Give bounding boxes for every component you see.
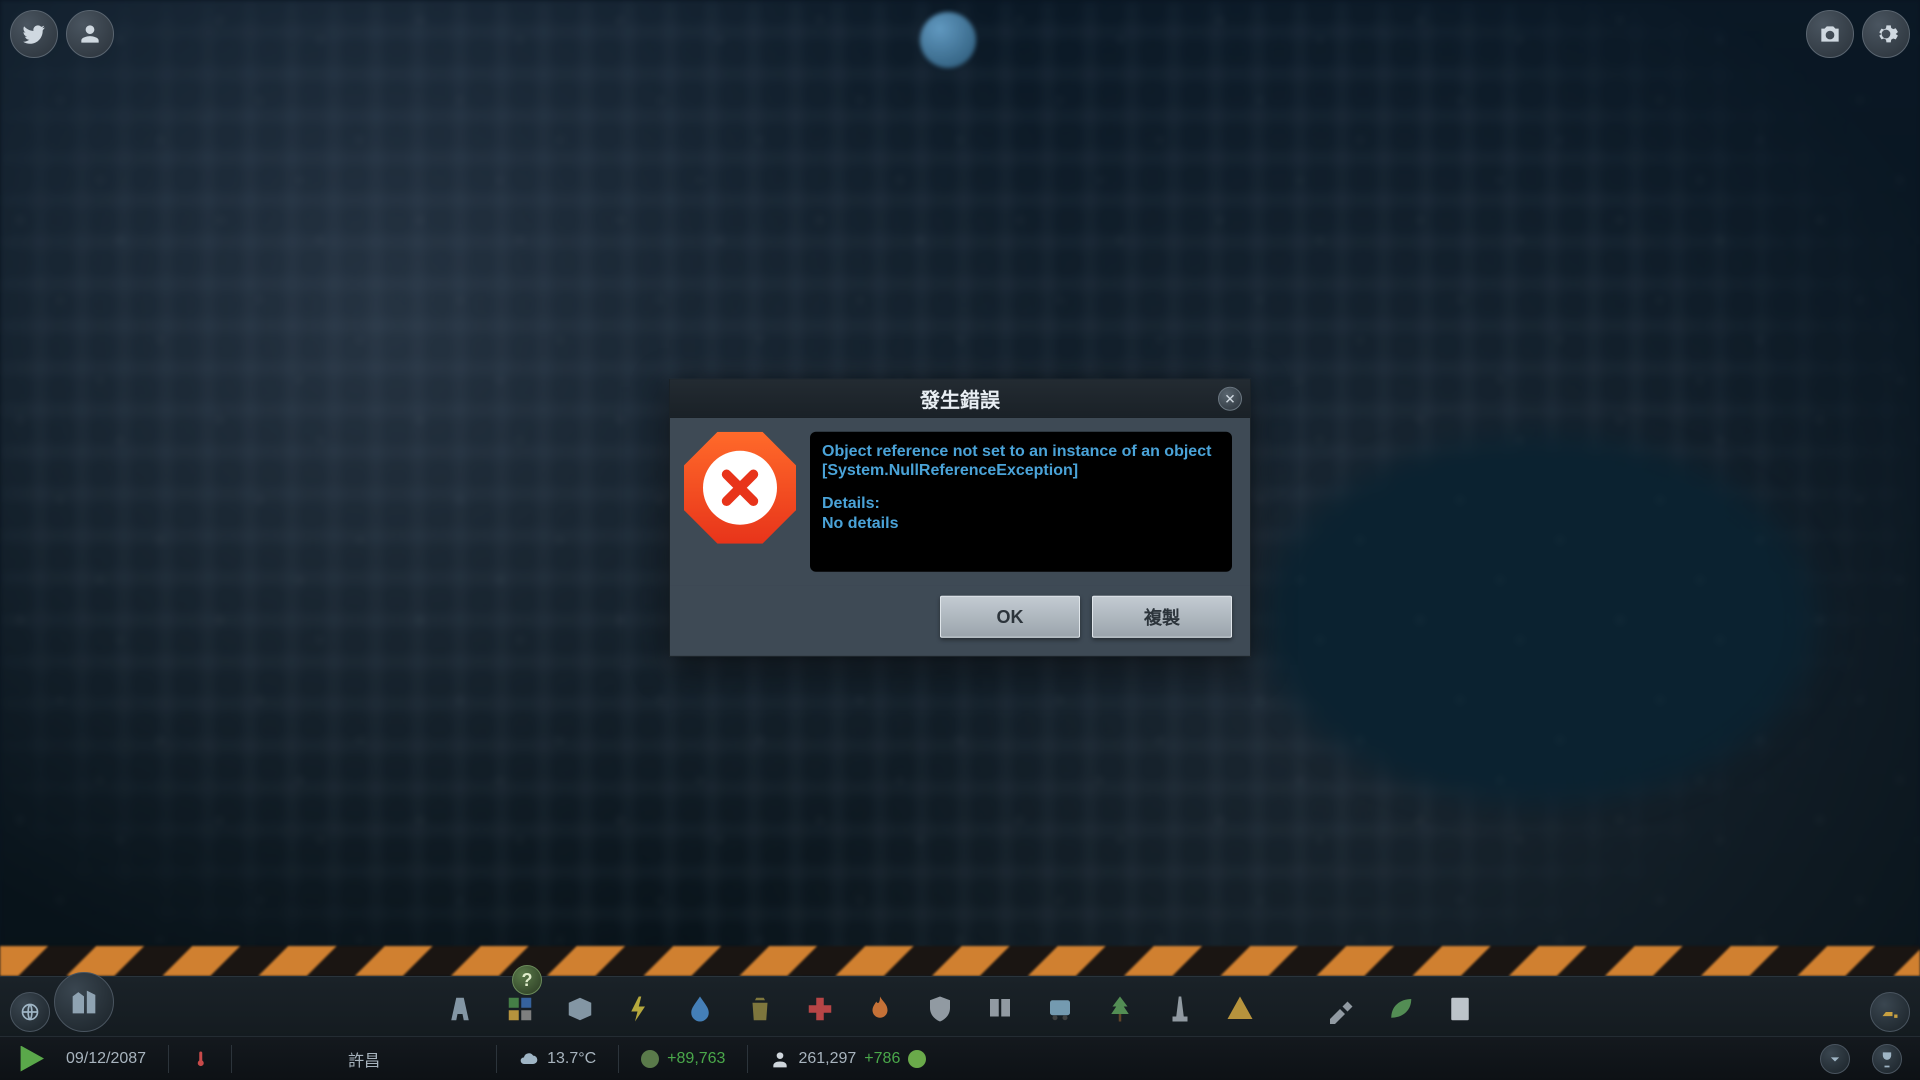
road-icon: [445, 994, 475, 1024]
monument-icon: [1165, 994, 1195, 1024]
people-icon: [770, 1049, 790, 1069]
brush-icon: [1325, 994, 1355, 1024]
happiness-icon: [908, 1050, 926, 1068]
game-date: 09/12/2087: [66, 1050, 146, 1068]
bird-icon: [21, 21, 47, 47]
bulldozer-button[interactable]: [1870, 992, 1910, 1032]
advisor-avatar[interactable]: [920, 12, 976, 68]
dialog-close-button[interactable]: [1218, 386, 1242, 410]
error-exception-line: [System.NullReferenceException]: [822, 461, 1220, 480]
error-dialog: 發生錯誤 Object reference not set to an inst…: [669, 379, 1251, 657]
error-details-body: No details: [822, 513, 1220, 532]
error-stop-icon: [684, 432, 796, 544]
top-left-buttons: [10, 10, 114, 58]
x-icon: [717, 465, 763, 511]
money: +89,763: [641, 1050, 725, 1068]
disaster-tool[interactable]: [1223, 992, 1257, 1026]
cross-icon: [805, 994, 835, 1024]
page-icon: [1445, 994, 1475, 1024]
cloud-icon: [519, 1049, 539, 1069]
electricity-tool[interactable]: [623, 992, 657, 1026]
coin-icon: [641, 1050, 659, 1068]
fire-tool[interactable]: [863, 992, 897, 1026]
trash-icon: [745, 994, 775, 1024]
warning-icon: [1225, 994, 1255, 1024]
parks-tool[interactable]: [1103, 992, 1137, 1026]
demand-toggle[interactable]: [1820, 1044, 1850, 1074]
dialog-body: Object reference not set to an instance …: [670, 418, 1250, 586]
milestones-button[interactable]: [1872, 1044, 1902, 1074]
divider: [618, 1045, 619, 1073]
tree-icon: [1105, 994, 1135, 1024]
bus-icon: [1045, 994, 1075, 1024]
person-icon: [77, 21, 103, 47]
dialog-title: 發生錯誤: [920, 384, 1000, 413]
divider: [747, 1045, 748, 1073]
droplet-icon: [685, 994, 715, 1024]
divider: [168, 1045, 169, 1073]
money-delta: +89,763: [667, 1050, 725, 1068]
bolt-icon: [625, 994, 655, 1024]
unique-tool[interactable]: [1163, 992, 1197, 1026]
close-icon: [1224, 392, 1236, 404]
population-delta: +786: [864, 1050, 900, 1068]
police-tool[interactable]: [923, 992, 957, 1026]
divider: [231, 1045, 232, 1073]
thermometer-icon: [191, 1048, 209, 1070]
status-bar: 09/12/2087 許昌 13.7°C +89,763 261,297 +78…: [0, 1036, 1920, 1080]
bottom-right-cluster: [1870, 992, 1910, 1032]
camera-icon: [1817, 21, 1843, 47]
error-message-line: Object reference not set to an instance …: [822, 442, 1220, 461]
play-button[interactable]: [18, 1046, 44, 1072]
fire-icon: [865, 994, 895, 1024]
trophy-icon: [1877, 1049, 1897, 1069]
toolbar-icons: [443, 992, 1477, 1026]
dialog-titlebar: 發生錯誤: [670, 380, 1250, 418]
water-tool[interactable]: [683, 992, 717, 1026]
chevron-icon: [1825, 1049, 1845, 1069]
tool-row: [0, 981, 1920, 1037]
content-tool[interactable]: [1443, 992, 1477, 1026]
education-tool[interactable]: [983, 992, 1017, 1026]
gear-icon: [1873, 21, 1899, 47]
district-icon: [565, 994, 595, 1024]
lake: [1240, 420, 1840, 820]
transport-tool[interactable]: [1043, 992, 1077, 1026]
top-right-buttons: [1806, 10, 1910, 58]
zoning-tool[interactable]: [503, 992, 537, 1026]
weather: 13.7°C: [519, 1049, 596, 1069]
advisor-button[interactable]: [66, 10, 114, 58]
hazard-stripes: [0, 946, 1920, 976]
dialog-footer: OK 複製: [670, 586, 1250, 656]
roads-tool[interactable]: [443, 992, 477, 1026]
ok-button[interactable]: OK: [940, 596, 1080, 638]
garbage-tool[interactable]: [743, 992, 777, 1026]
error-message-box: Object reference not set to an instance …: [810, 432, 1232, 572]
error-details-label: Details:: [822, 494, 1220, 513]
zoning-icon: [505, 994, 535, 1024]
copy-button[interactable]: 複製: [1092, 596, 1232, 638]
settings-button[interactable]: [1862, 10, 1910, 58]
divider: [496, 1045, 497, 1073]
population: 261,297 +786: [770, 1049, 926, 1069]
landscaping-tool[interactable]: [1323, 992, 1357, 1026]
bulldozer-icon: [1880, 1002, 1900, 1022]
leaf-icon: [1385, 994, 1415, 1024]
city-name: 許昌: [254, 1047, 474, 1071]
bottom-bar: ?: [0, 976, 1920, 1080]
free-camera-button[interactable]: [1806, 10, 1854, 58]
natural-resources-tool[interactable]: [1383, 992, 1417, 1026]
chirper-button[interactable]: [10, 10, 58, 58]
book-icon: [985, 994, 1015, 1024]
health-tool[interactable]: [803, 992, 837, 1026]
districts-tool[interactable]: [563, 992, 597, 1026]
shield-icon: [925, 994, 955, 1024]
population-value: 261,297: [798, 1050, 856, 1068]
temperature-value: 13.7°C: [547, 1050, 596, 1068]
